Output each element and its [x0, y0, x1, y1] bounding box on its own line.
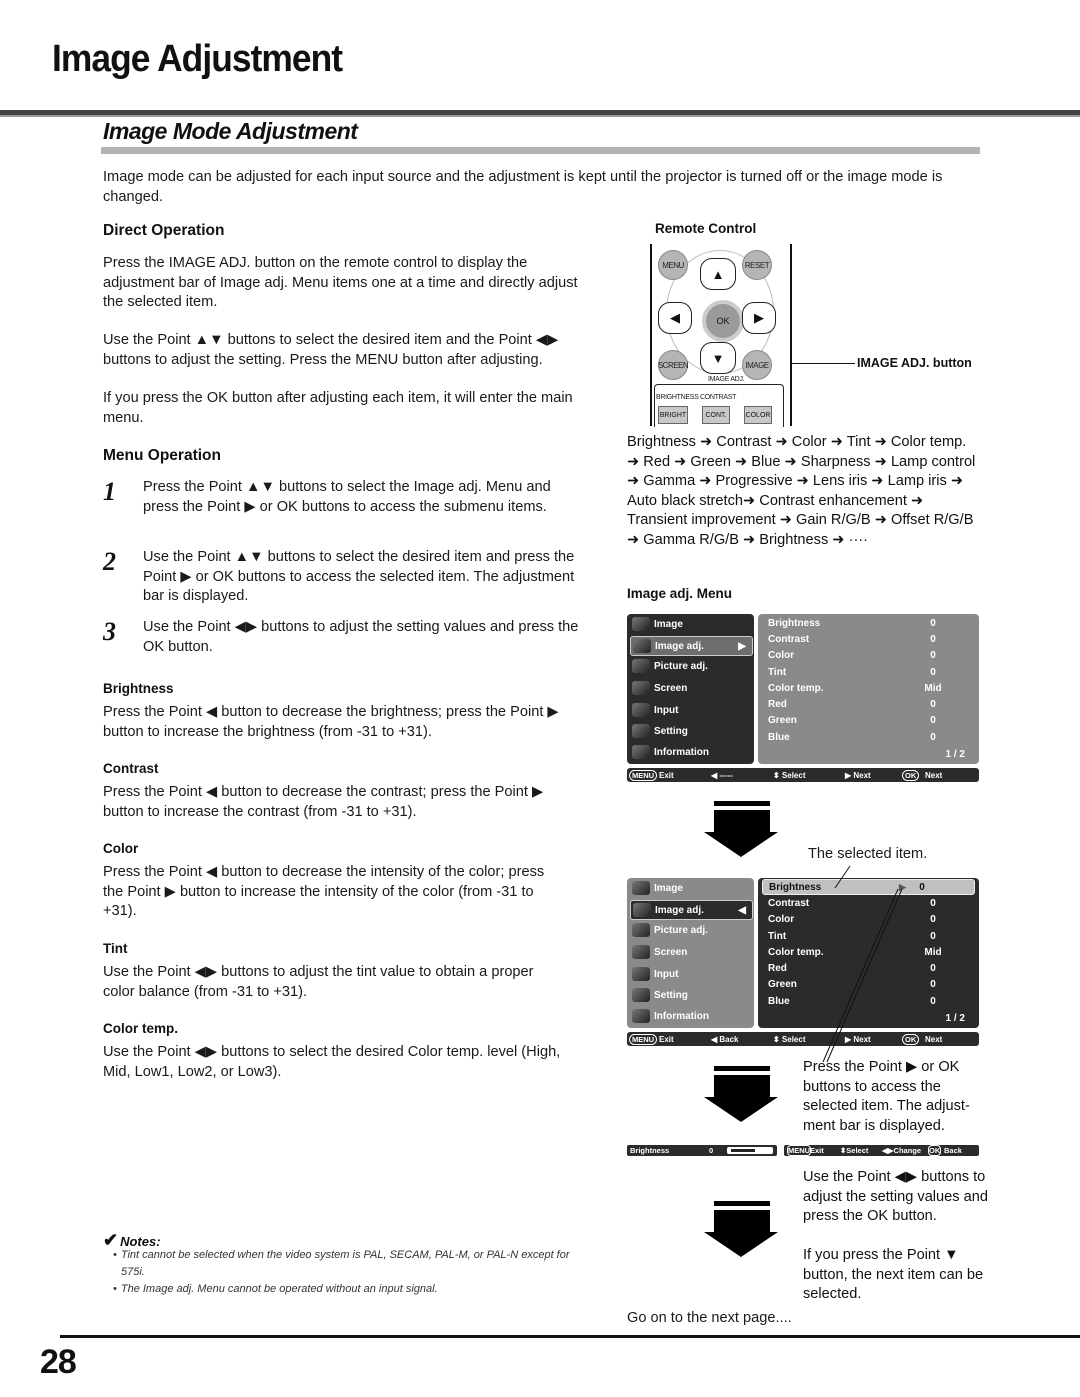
osd-adjustment-bar: Brightness 0 MENU Exit ⬍Select ◀▶Change …	[627, 1145, 979, 1156]
next-page-text: Go on to the next page....	[627, 1310, 792, 1326]
brightness-slider[interactable]	[727, 1147, 773, 1154]
page-number: 28	[40, 1343, 77, 1381]
down-arrow-icon	[704, 1066, 778, 1122]
press-down-annotation: If you press the Point ▼ button, the nex…	[803, 1247, 984, 1302]
use-point-annotation: Use the Point ◀▶ buttons to adjust the s…	[803, 1169, 988, 1224]
footer-rule	[60, 1335, 1080, 1338]
down-arrow-icon	[704, 1201, 778, 1257]
ok-key-icon: OK	[928, 1145, 942, 1156]
menu-key-icon: MENU	[787, 1145, 812, 1156]
press-point-annotation: Press the Point ▶ or OK buttons to acces…	[803, 1059, 970, 1134]
